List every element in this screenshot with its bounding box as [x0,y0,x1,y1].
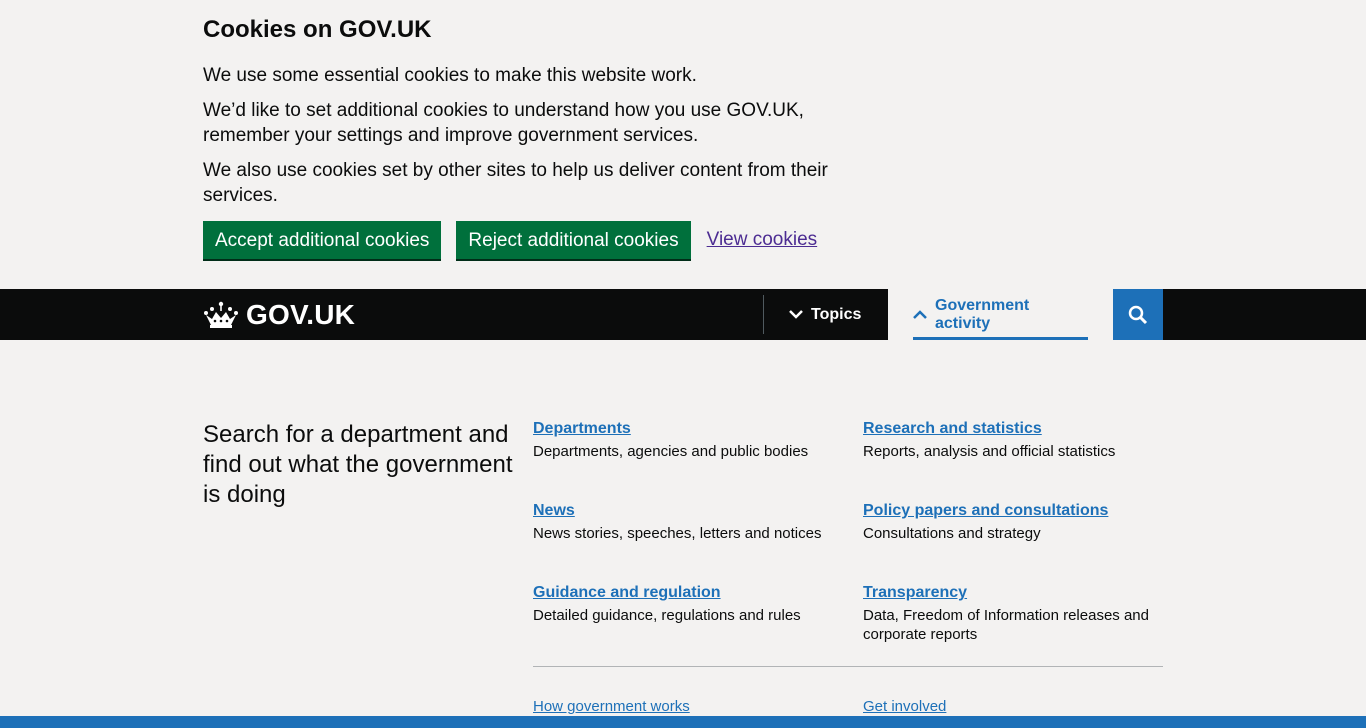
govuk-logo-link[interactable]: GOV.UK [203,299,355,331]
news-description: News stories, speeches, letters and noti… [533,525,822,542]
crown-icon [204,301,238,328]
guidance-regulation-description: Detailed guidance, regulations and rules [533,607,801,624]
menu-item-departments: Departments Departments, agencies and pu… [533,420,833,461]
research-statistics-link[interactable]: Research and statistics [863,420,1042,437]
guidance-regulation-link[interactable]: Guidance and regulation [533,584,721,601]
cookie-banner: Cookies on GOV.UK We use some essential … [0,0,1366,289]
cookie-banner-title: Cookies on GOV.UK [203,16,432,43]
menu-divider [533,666,1163,667]
logo-text: GOV.UK [246,298,356,330]
menu-item-transparency: Transparency Data, Freedom of Informatio… [863,584,1163,644]
site-header: GOV.UK Topics Government activity [0,289,1366,340]
menu-item-news: News News stories, speeches, letters and… [533,502,833,543]
research-statistics-description: Reports, analysis and official statistic… [863,443,1116,460]
header-nav: Topics Government activity [763,289,1163,340]
government-activity-toggle[interactable]: Government activity [888,289,1113,340]
news-link[interactable]: News [533,502,575,519]
chevron-down-icon [789,306,803,324]
government-activity-label: Government activity [935,296,1030,332]
policy-papers-link[interactable]: Policy papers and consultations [863,502,1108,519]
menu-intro: Search for a department and find out wha… [203,421,513,508]
menu-item-research: Research and statistics Reports, analysi… [863,420,1163,461]
cookie-paragraph-additional: We’d like to set additional cookies to u… [203,100,804,146]
menu-item-policy: Policy papers and consultations Consulta… [863,502,1163,543]
government-activity-menu: Search for a department and find out wha… [0,340,1366,716]
departments-description: Departments, agencies and public bodies [533,443,809,460]
transparency-link[interactable]: Transparency [863,584,967,601]
departments-link[interactable]: Departments [533,420,631,437]
get-involved-link[interactable]: Get involved [863,698,946,715]
cookie-paragraph-essential: We use some essential cookies to make th… [203,65,697,86]
topics-toggle[interactable]: Topics [764,289,888,340]
topics-label: Topics [811,305,862,323]
reject-cookies-button[interactable]: Reject additional cookies [456,221,691,259]
accept-cookies-button[interactable]: Accept additional cookies [203,221,442,259]
cookie-paragraph-third-party: We also use cookies set by other sites t… [203,160,828,206]
menu-item-guidance: Guidance and regulation Detailed guidanc… [533,584,833,625]
search-icon [1128,305,1148,324]
chevron-up-icon [913,306,927,324]
how-government-works-link[interactable]: How government works [533,698,690,715]
view-cookies-link[interactable]: View cookies [707,229,818,251]
search-toggle-button[interactable] [1113,289,1163,340]
cookie-actions: Accept additional cookies Reject additio… [203,221,1163,259]
blue-border-bar [0,716,1366,728]
transparency-description: Data, Freedom of Information releases an… [863,607,1149,643]
policy-papers-description: Consultations and strategy [863,525,1041,542]
